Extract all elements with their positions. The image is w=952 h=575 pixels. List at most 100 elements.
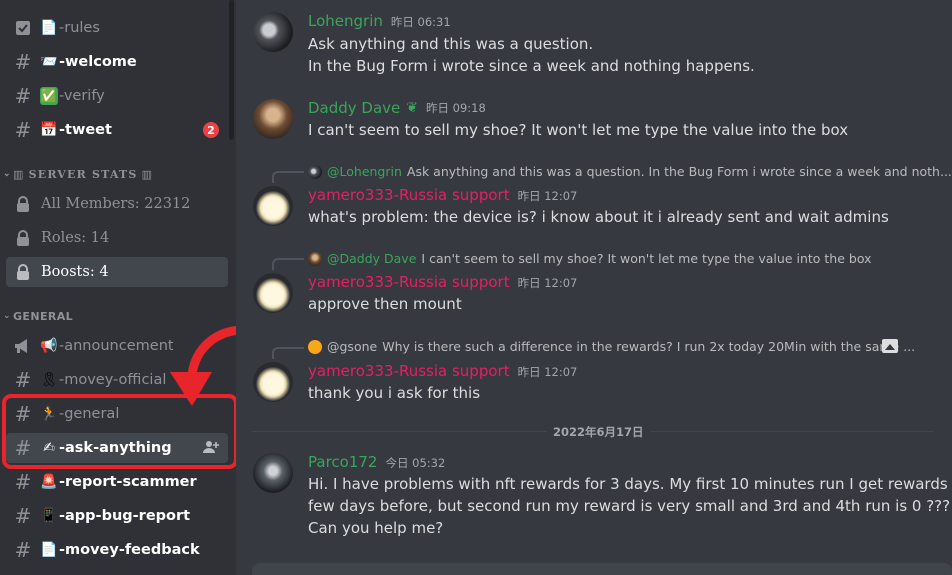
message-author[interactable]: Daddy Dave ❦ 昨日 09:18 xyxy=(308,99,486,117)
reply-preview: Ask anything and this was a question. In… xyxy=(406,164,952,179)
chevron-down-icon: ⌄ xyxy=(3,311,11,321)
reply-reference[interactable]: @Lohengrin Ask anything and this was a q… xyxy=(308,164,952,179)
avatar[interactable] xyxy=(253,99,293,139)
reply-mention[interactable]: @gsone xyxy=(327,339,377,354)
reply-preview: I can't seem to sell my shoe? It won't l… xyxy=(421,251,872,266)
message-text: I can't seem to sell my shoe? It won't l… xyxy=(308,121,849,139)
stats-icon: ▥ xyxy=(13,167,25,181)
channel-welcome[interactable]: # 📨 -welcome xyxy=(6,47,228,77)
channel-name: -verify xyxy=(59,88,105,104)
channel-movey-feedback[interactable]: # 📄 -movey-feedback xyxy=(6,535,228,565)
checkbox-icon xyxy=(13,18,33,38)
channel-sidebar: 📄 -rules # 📨 -welcome # ✅ -verify # 📅 -t… xyxy=(0,0,236,575)
author-name[interactable]: yamero333-Russia support xyxy=(308,186,510,204)
reply-spine xyxy=(272,347,304,359)
reply-spine xyxy=(272,171,304,183)
channel-name: -app-bug-report xyxy=(59,508,191,524)
mini-avatar xyxy=(308,164,322,179)
lock-icon xyxy=(13,228,33,248)
channel-report-scammer[interactable]: # 🚨 -report-scammer xyxy=(6,467,228,497)
channel-app-bug-report[interactable]: # 📱 -app-bug-report xyxy=(6,501,228,531)
channel-name: -welcome xyxy=(59,54,137,70)
mention-badge: 2 xyxy=(203,122,219,138)
channel-rules[interactable]: 📄 -rules xyxy=(6,13,228,43)
channel-name: All Members: 22312 xyxy=(41,196,191,212)
channel-verify[interactable]: # ✅ -verify xyxy=(6,81,228,111)
phone-emoji-icon: 📱 xyxy=(40,508,58,524)
timestamp: 昨日 06:31 xyxy=(390,15,451,29)
timestamp: 昨日 12:07 xyxy=(517,189,578,203)
message-author[interactable]: yamero333-Russia support 昨日 12:07 xyxy=(308,273,577,291)
category-label: SERVER STATS xyxy=(28,167,138,181)
channel-name: -rules xyxy=(59,20,100,36)
message-text: approve then mount xyxy=(308,295,462,313)
reply-spine xyxy=(272,258,304,270)
sidebar-scrollbar[interactable] xyxy=(229,0,234,140)
channel-name: -report-scammer xyxy=(59,474,197,490)
avatar[interactable] xyxy=(253,362,293,402)
reply-reference[interactable]: @gsone Why is there such a difference in… xyxy=(308,339,915,354)
category-server-stats[interactable]: ⌄ ▥ SERVER STATS ▥ xyxy=(3,166,153,182)
channel-name: -announcement xyxy=(59,338,174,354)
message-text: what's problem: the device is? i know ab… xyxy=(308,208,889,226)
author-name[interactable]: yamero333-Russia support xyxy=(308,362,510,380)
avatar[interactable] xyxy=(253,273,293,313)
image-attachment-icon[interactable] xyxy=(882,339,898,353)
hash-icon: # xyxy=(14,84,32,108)
timestamp: 昨日 12:07 xyxy=(517,276,578,290)
timestamp: 昨日 12:07 xyxy=(517,365,578,379)
author-name[interactable]: Daddy Dave xyxy=(308,99,400,117)
avatar[interactable] xyxy=(253,12,293,52)
annotation-arrow-icon xyxy=(170,325,245,406)
lock-icon xyxy=(13,194,33,214)
stats-icon: ▥ xyxy=(141,167,154,181)
channel-name: -movey-feedback xyxy=(59,542,200,558)
channel-tweet[interactable]: # 📅 -tweet 2 xyxy=(6,115,228,145)
siren-emoji-icon: 🚨 xyxy=(40,474,58,490)
timestamp: 昨日 09:18 xyxy=(426,101,486,115)
chat-area: Lohengrin 昨日 06:31 Ask anything and this … xyxy=(236,0,952,575)
category-label: GENERAL xyxy=(13,309,74,323)
reply-mention[interactable]: @Lohengrin xyxy=(327,164,402,179)
message-author[interactable]: Parco172 今日 05:32 xyxy=(308,453,445,471)
message-text: In the Bug Form i wrote since a week and… xyxy=(308,57,755,75)
message-text: Can you help me? xyxy=(308,519,444,537)
reply-mention[interactable]: @Daddy Dave xyxy=(327,251,416,266)
message-author[interactable]: yamero333-Russia support 昨日 12:07 xyxy=(308,186,577,204)
hash-icon: # xyxy=(14,538,32,562)
message-composer[interactable] xyxy=(252,563,952,575)
mini-avatar xyxy=(308,251,322,266)
category-general[interactable]: ⌄ GENERAL xyxy=(3,308,73,324)
megaphone-icon xyxy=(13,336,33,356)
page-emoji-icon: 📄 xyxy=(40,542,58,558)
chevron-down-icon: ⌄ xyxy=(3,169,12,179)
author-name[interactable]: Lohengrin xyxy=(308,12,383,30)
check-emoji-icon: ✅ xyxy=(40,87,58,105)
channel-boosts[interactable]: Boosts: 4 xyxy=(6,257,228,287)
author-name[interactable]: Parco172 xyxy=(308,453,377,471)
discord-default-avatar-icon xyxy=(308,339,322,354)
author-name[interactable]: yamero333-Russia support xyxy=(308,273,510,291)
envelope-emoji-icon: 📨 xyxy=(40,54,58,70)
date-divider-label: 2022年6月17日 xyxy=(547,424,650,440)
channel-name: Boosts: 4 xyxy=(41,264,109,280)
hash-icon: # xyxy=(14,118,32,142)
message-text: Ask anything and this was a question. xyxy=(308,35,594,53)
hash-icon: # xyxy=(14,470,32,494)
avatar[interactable] xyxy=(253,453,293,493)
lock-icon xyxy=(13,262,33,282)
timestamp: 今日 05:32 xyxy=(385,456,446,470)
loudspeaker-emoji-icon: 📢 xyxy=(40,338,58,354)
reply-reference[interactable]: @Daddy Dave I can't seem to sell my shoe… xyxy=(308,251,872,266)
channel-all-members[interactable]: All Members: 22312 xyxy=(6,189,228,219)
hash-icon: # xyxy=(14,504,32,528)
message-author[interactable]: yamero333-Russia support 昨日 12:07 xyxy=(308,362,577,380)
message-text: Hi. I have problems with nft rewards for… xyxy=(308,475,952,493)
reply-preview: Why is there such a difference in the re… xyxy=(382,339,916,354)
channel-name: -tweet xyxy=(59,122,112,138)
avatar[interactable] xyxy=(253,186,293,226)
message-text: thank you i ask for this xyxy=(308,384,481,402)
hash-icon: # xyxy=(14,368,32,392)
channel-roles[interactable]: Roles: 14 xyxy=(6,223,228,253)
message-author[interactable]: Lohengrin 昨日 06:31 xyxy=(308,12,451,30)
